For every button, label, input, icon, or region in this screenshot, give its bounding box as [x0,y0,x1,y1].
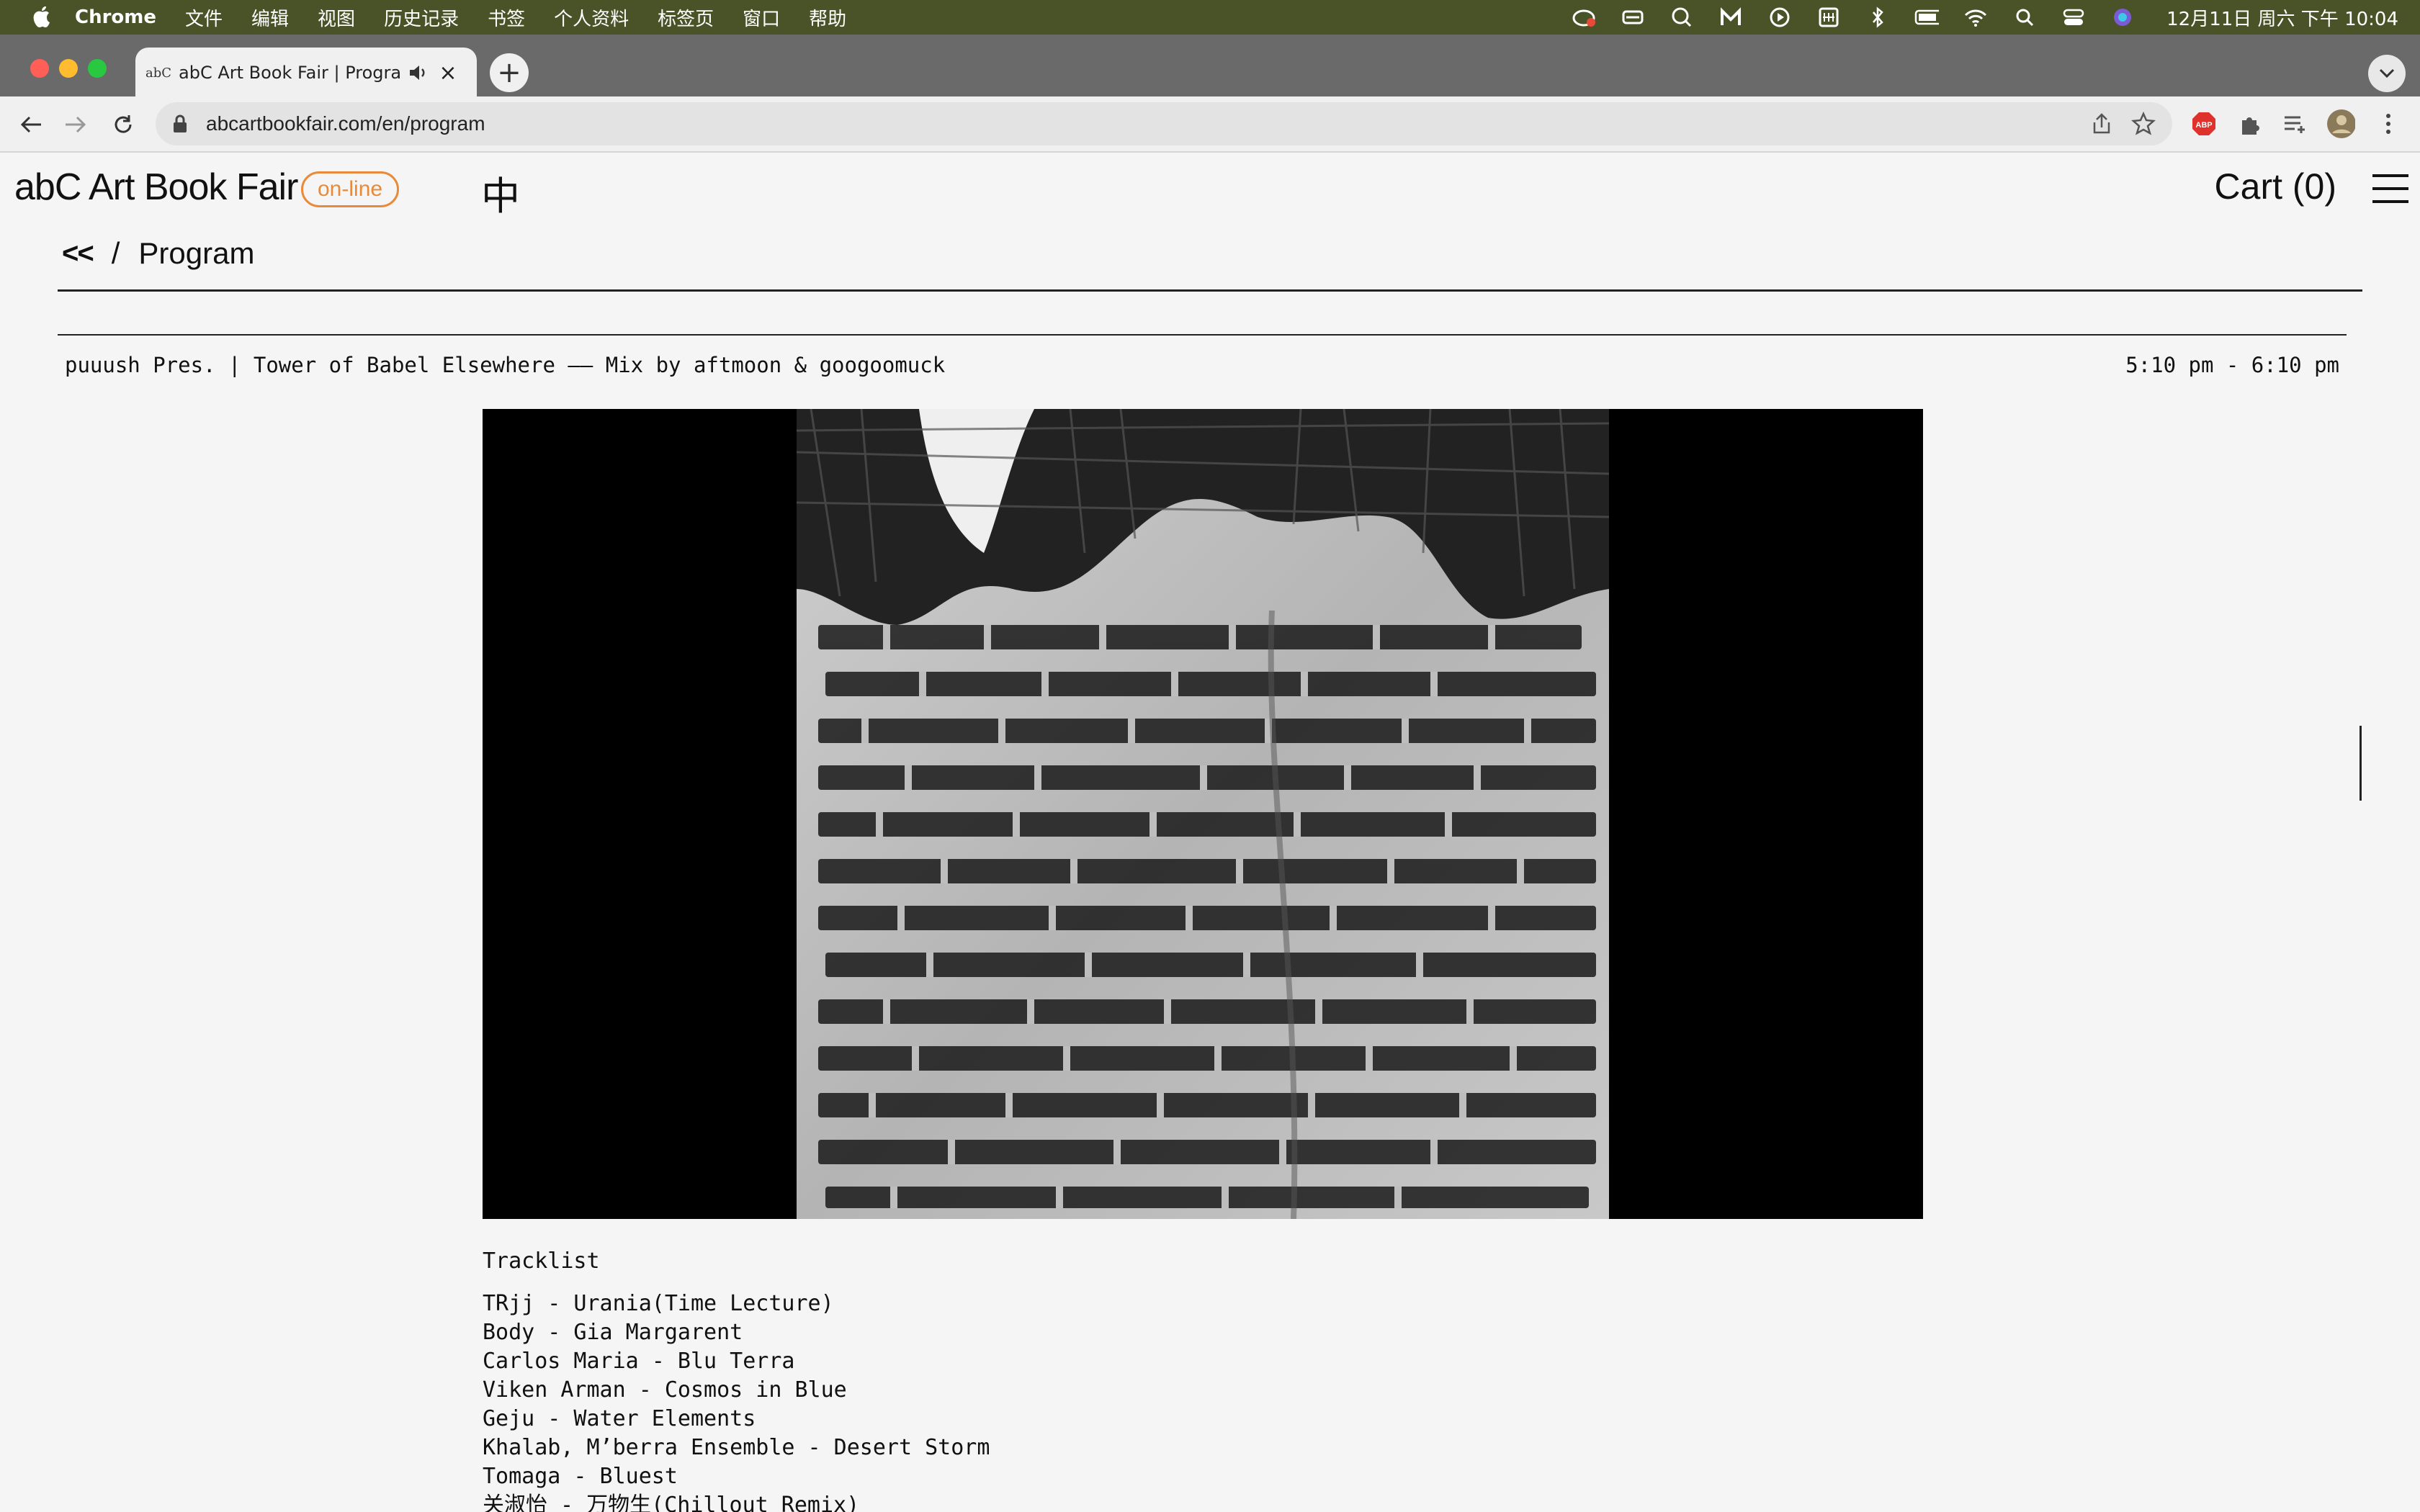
sync-icon[interactable] [1621,6,1645,28]
bluetooth-icon[interactable] [1865,6,1890,28]
track-item: Tomaga - Bluest [483,1464,678,1489]
menu-file[interactable]: 文件 [185,4,223,31]
menu-view[interactable]: 视图 [318,4,355,31]
event-title: puuush Pres. | Tower of Babel Elsewhere … [65,353,946,377]
m-app-icon[interactable] [1718,6,1743,28]
adblock-plus-icon[interactable]: ABP [2190,109,2218,138]
reading-list-icon[interactable] [2280,109,2309,138]
window-minimize-button[interactable] [59,59,78,78]
track-item: Viken Arman - Cosmos in Blue [483,1377,847,1403]
forward-arrow-icon[interactable] [60,109,91,140]
lock-icon[interactable] [171,114,192,134]
event-row: puuush Pres. | Tower of Babel Elsewhere … [65,353,2339,377]
tab-search-chevron-icon[interactable] [2368,55,2406,92]
input-method-icon[interactable] [1816,6,1841,28]
tracklist: Tracklist TRjj - Urania(Time Lecture) Bo… [483,1248,990,1512]
menubar-clock[interactable]: 12月11日 周六 下午 10:04 [2166,4,2398,31]
track-item: Body - Gia Margarent [483,1320,743,1345]
menu-window[interactable]: 窗口 [743,4,780,31]
cart-link[interactable]: Cart (0) [2215,166,2336,207]
menu-tabs[interactable]: 标签页 [658,4,714,31]
tab-title: abC Art Book Fair | Program [179,63,402,83]
qq-icon[interactable] [1670,6,1694,28]
macos-menubar: Chrome 文件 编辑 视图 历史记录 书签 个人资料 标签页 窗口 帮助 1… [0,0,2420,35]
site-header: abC Art Book Fair on-line 中 Cart (0) [0,153,2420,225]
breadcrumb-separator: / [111,236,120,270]
event-divider [58,334,2347,336]
back-arrow-icon[interactable] [16,109,46,140]
menubar-status-area: 12月11日 周六 下午 10:04 [1572,0,2398,35]
track-item: 关淑怡 - 万物生(Chillout Remix) [483,1493,860,1512]
window-zoom-button[interactable] [88,59,107,78]
track-item: TRjj - Urania(Time Lecture) [483,1291,834,1316]
tab-close-icon[interactable]: × [438,60,458,86]
tab-abc-art-book-fair[interactable]: abC abC Art Book Fair | Program × [135,48,477,98]
scroll-indicator[interactable] [2360,726,2362,801]
apple-icon[interactable] [29,5,53,30]
url-text[interactable]: abcartbookfair.com/en/program [206,112,485,135]
profile-avatar[interactable] [2326,109,2355,138]
breadcrumb-current[interactable]: Program [138,236,254,271]
menu-history[interactable]: 历史记录 [384,4,459,31]
tab-favicon: abC [145,65,172,81]
svg-text:ABP: ABP [2195,121,2212,130]
menu-app-chrome[interactable]: Chrome [75,6,156,28]
reload-icon[interactable] [108,109,138,140]
creative-cloud-icon[interactable] [1572,6,1596,28]
video-player[interactable] [483,409,1923,1219]
browser-toolbar: abcartbookfair.com/en/program [0,96,2420,153]
menu-profile[interactable]: 个人资料 [554,4,629,31]
track-item: Carlos Maria - Blu Terra [483,1349,795,1374]
manuscript-image [797,409,1609,1219]
tracklist-heading: Tracklist [483,1248,600,1274]
bookmark-star-icon[interactable] [2130,111,2156,137]
play-icon[interactable] [1767,6,1792,28]
window-close-button[interactable] [30,59,49,78]
siri-icon[interactable] [2110,6,2135,28]
menu-help[interactable]: 帮助 [809,4,846,31]
breadcrumb: << / Program [62,236,254,271]
control-center-icon[interactable] [2061,6,2086,28]
new-tab-button[interactable]: + [490,53,529,92]
track-item: Geju - Water Elements [483,1406,756,1431]
header-divider [58,289,2362,292]
language-switch[interactable]: 中 [481,164,520,221]
spotlight-search-icon[interactable] [2012,6,2037,28]
share-icon[interactable] [2090,112,2113,135]
speaker-icon[interactable] [408,63,429,83]
track-item: Khalab, M’berra Ensemble - Desert Storm [483,1435,990,1460]
online-badge[interactable]: on-line [301,171,400,207]
breadcrumb-back-link[interactable]: << [62,238,94,270]
extensions-puzzle-icon[interactable] [2236,109,2264,138]
address-bar[interactable]: abcartbookfair.com/en/program [156,102,2172,145]
wifi-icon[interactable] [1963,6,1988,28]
hamburger-menu-icon[interactable] [2372,174,2408,203]
menu-edit[interactable]: 编辑 [251,4,289,31]
event-time: 5:10 pm - 6:10 pm [2125,353,2339,377]
menu-bookmarks[interactable]: 书签 [488,4,525,31]
chrome-menu-icon[interactable] [2374,109,2403,138]
site-logo[interactable]: abC Art Book Fair [14,166,298,209]
battery-icon[interactable] [1914,6,1940,28]
